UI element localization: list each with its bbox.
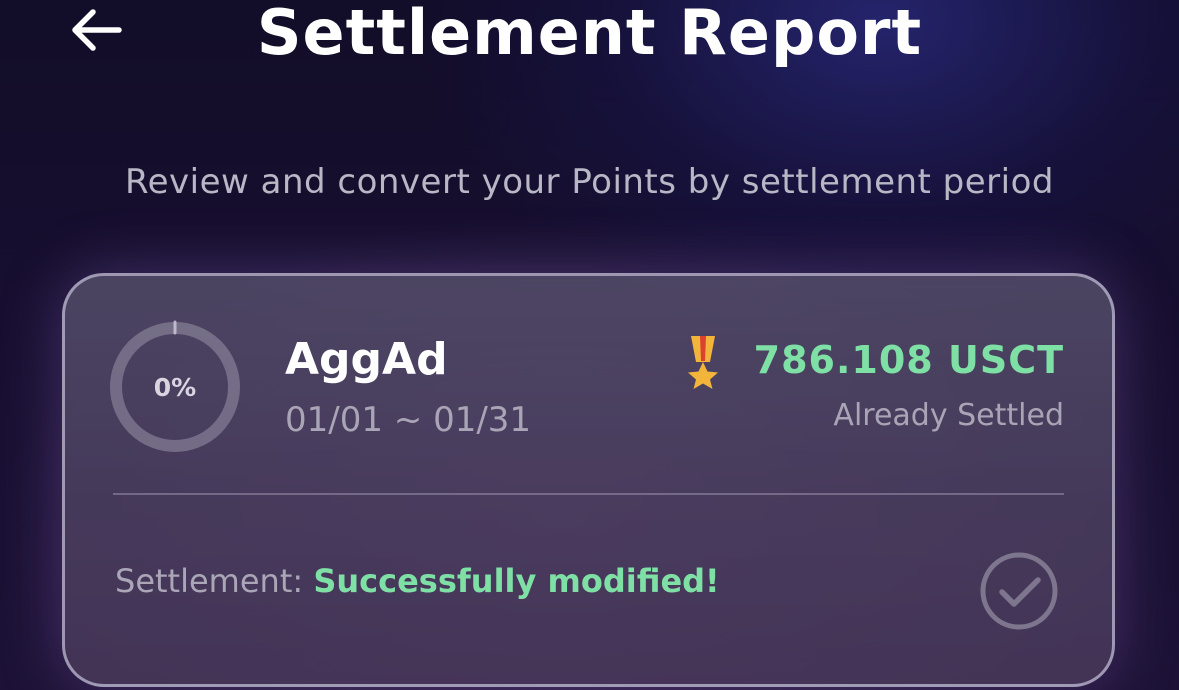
page-title: Settlement Report	[256, 0, 923, 69]
progress-ring: 0%	[107, 319, 243, 455]
card-divider	[113, 493, 1064, 495]
page-subtitle: Review and convert your Points by settle…	[125, 162, 1054, 202]
check-circle-icon	[978, 550, 1060, 632]
medal-icon	[683, 334, 723, 390]
settled-amount: 786.108 USCT	[753, 338, 1064, 382]
settlement-card[interactable]: 0% AggAd 01/01 ~ 01/31 786.108 USCT Alre…	[62, 273, 1115, 687]
progress-label: 0%	[153, 372, 197, 402]
campaign-name: AggAd	[285, 334, 448, 385]
settlement-status: Settlement: Successfully modified!	[115, 562, 720, 600]
settlement-label: Settlement:	[115, 562, 314, 600]
date-range: 01/01 ~ 01/31	[285, 400, 532, 440]
amount-status: Already Settled	[833, 398, 1064, 433]
settlement-value: Successfully modified!	[313, 562, 720, 600]
